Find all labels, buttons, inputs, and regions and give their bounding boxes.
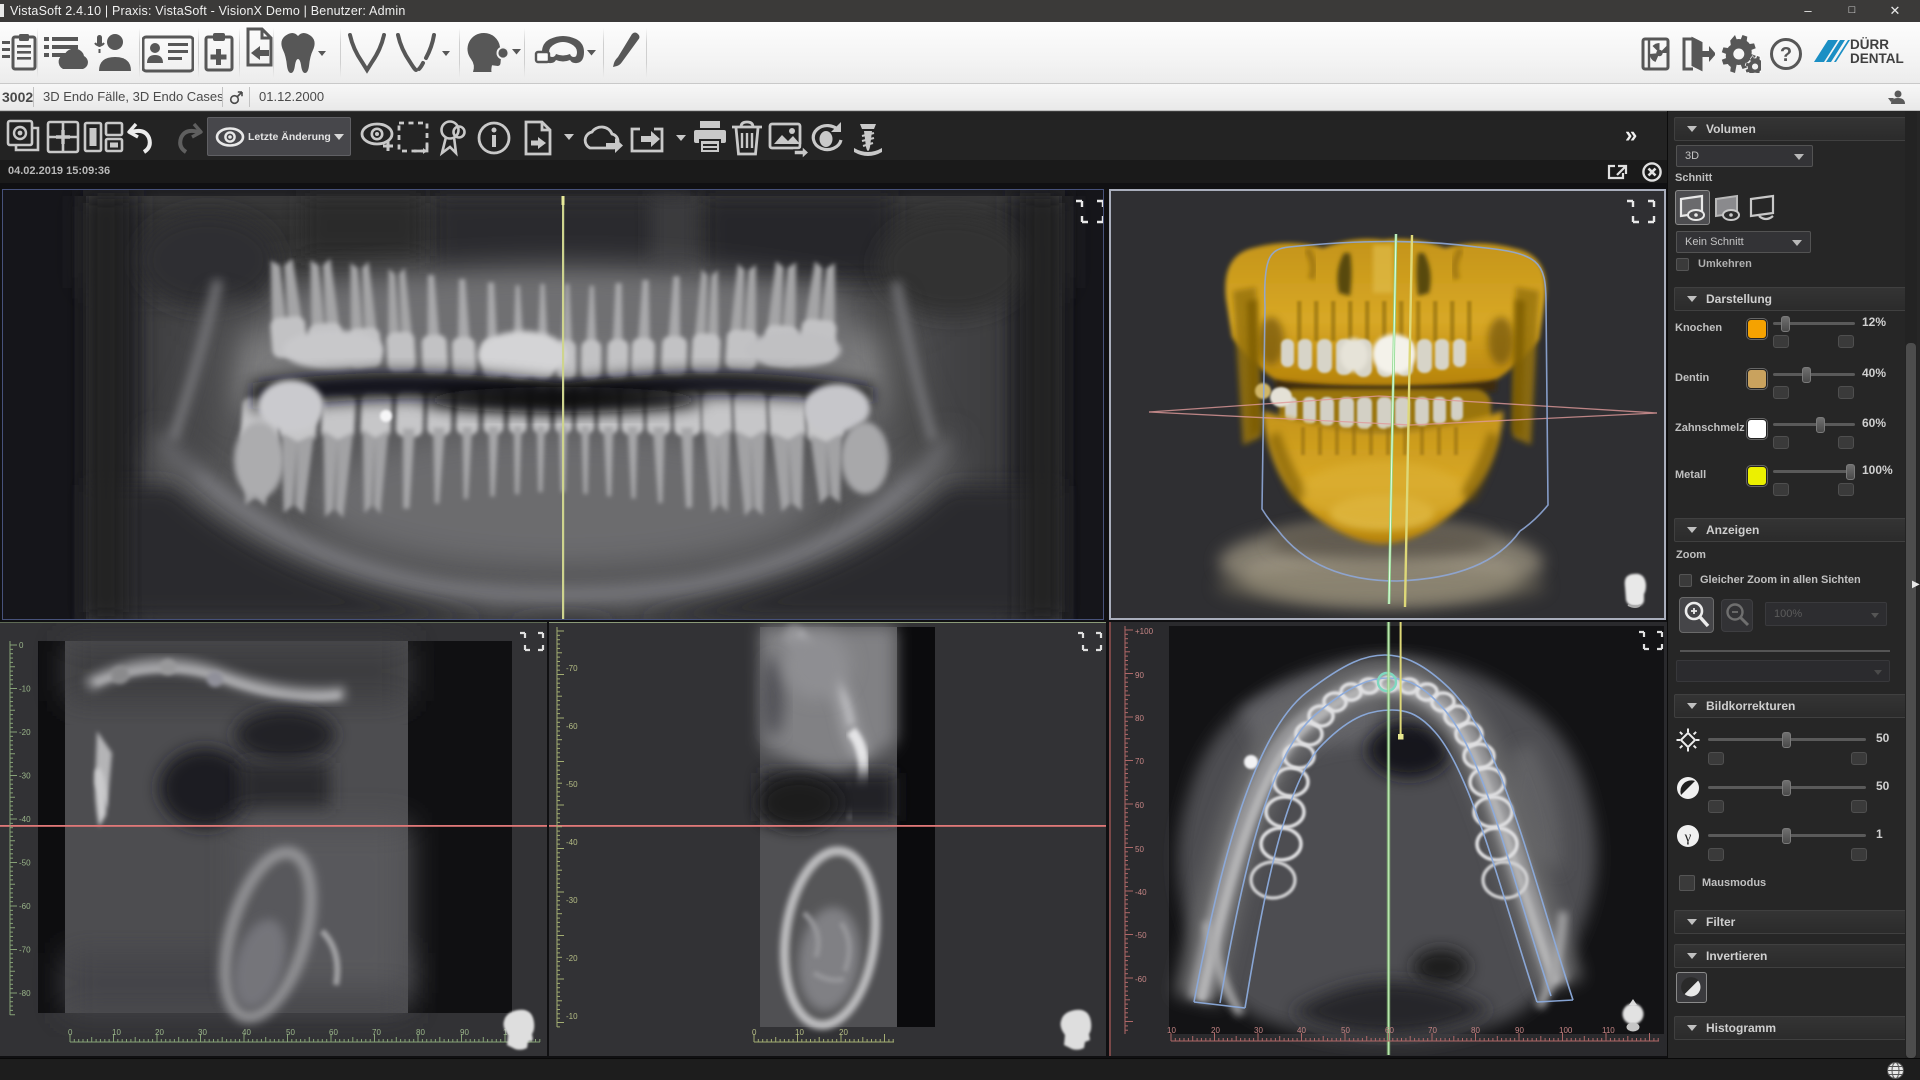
svg-text:-50: -50 xyxy=(566,780,578,789)
svg-text:70: 70 xyxy=(1135,757,1144,766)
svg-text:-30: -30 xyxy=(566,896,578,905)
svg-text:30: 30 xyxy=(198,1028,207,1037)
svg-text:50: 50 xyxy=(1341,1026,1350,1035)
svg-text:30: 30 xyxy=(1254,1026,1263,1035)
svg-text:DÜRR: DÜRR xyxy=(1850,37,1889,52)
svg-text:-20: -20 xyxy=(19,728,31,737)
svg-text:-20: -20 xyxy=(566,954,578,963)
svg-text:0: 0 xyxy=(19,641,24,650)
svg-text:-10: -10 xyxy=(19,685,31,694)
svg-text:0: 0 xyxy=(752,1028,757,1037)
svg-text:90: 90 xyxy=(460,1028,469,1037)
svg-text:-60: -60 xyxy=(19,902,31,911)
svg-text:?: ? xyxy=(1780,44,1792,66)
svg-text:100: 100 xyxy=(1559,1026,1573,1035)
svg-text:60: 60 xyxy=(1135,801,1144,810)
svg-text:80: 80 xyxy=(1135,714,1144,723)
svg-text:90: 90 xyxy=(1135,671,1144,680)
svg-text:60: 60 xyxy=(1385,1026,1394,1035)
svg-text:-80: -80 xyxy=(19,989,31,998)
svg-text:110: 110 xyxy=(1602,1026,1615,1035)
svg-text:50: 50 xyxy=(286,1028,295,1037)
svg-text:20: 20 xyxy=(155,1028,164,1037)
svg-text:-60: -60 xyxy=(566,722,578,731)
svg-text:90: 90 xyxy=(1515,1026,1524,1035)
svg-text:-40: -40 xyxy=(1135,888,1147,897)
svg-text:80: 80 xyxy=(416,1028,425,1037)
svg-text:0: 0 xyxy=(68,1028,73,1037)
svg-text:-50: -50 xyxy=(19,859,31,868)
svg-text:70: 70 xyxy=(1428,1026,1437,1035)
svg-text:-40: -40 xyxy=(19,815,31,824)
svg-text:-60: -60 xyxy=(1135,975,1147,984)
svg-text:-10: -10 xyxy=(566,1012,578,1021)
svg-text:-40: -40 xyxy=(566,838,578,847)
svg-text:-70: -70 xyxy=(566,664,578,673)
svg-text:-30: -30 xyxy=(19,772,31,781)
svg-text:-50: -50 xyxy=(1135,931,1147,940)
svg-text:70: 70 xyxy=(372,1028,381,1037)
svg-text:DENTAL: DENTAL xyxy=(1850,51,1904,66)
svg-text:-70: -70 xyxy=(19,946,31,955)
svg-text:+100: +100 xyxy=(1135,627,1154,636)
svg-text:60: 60 xyxy=(329,1028,338,1037)
svg-text:80: 80 xyxy=(1471,1026,1480,1035)
svg-text:40: 40 xyxy=(1297,1026,1306,1035)
svg-text:10: 10 xyxy=(112,1028,121,1037)
svg-text:10: 10 xyxy=(1167,1026,1176,1035)
svg-text:40: 40 xyxy=(242,1028,251,1037)
svg-text:10: 10 xyxy=(795,1028,804,1037)
svg-text:20: 20 xyxy=(1211,1026,1220,1035)
svg-text:20: 20 xyxy=(839,1028,848,1037)
svg-text:50: 50 xyxy=(1135,845,1144,854)
svg-text:γ: γ xyxy=(1684,830,1692,846)
